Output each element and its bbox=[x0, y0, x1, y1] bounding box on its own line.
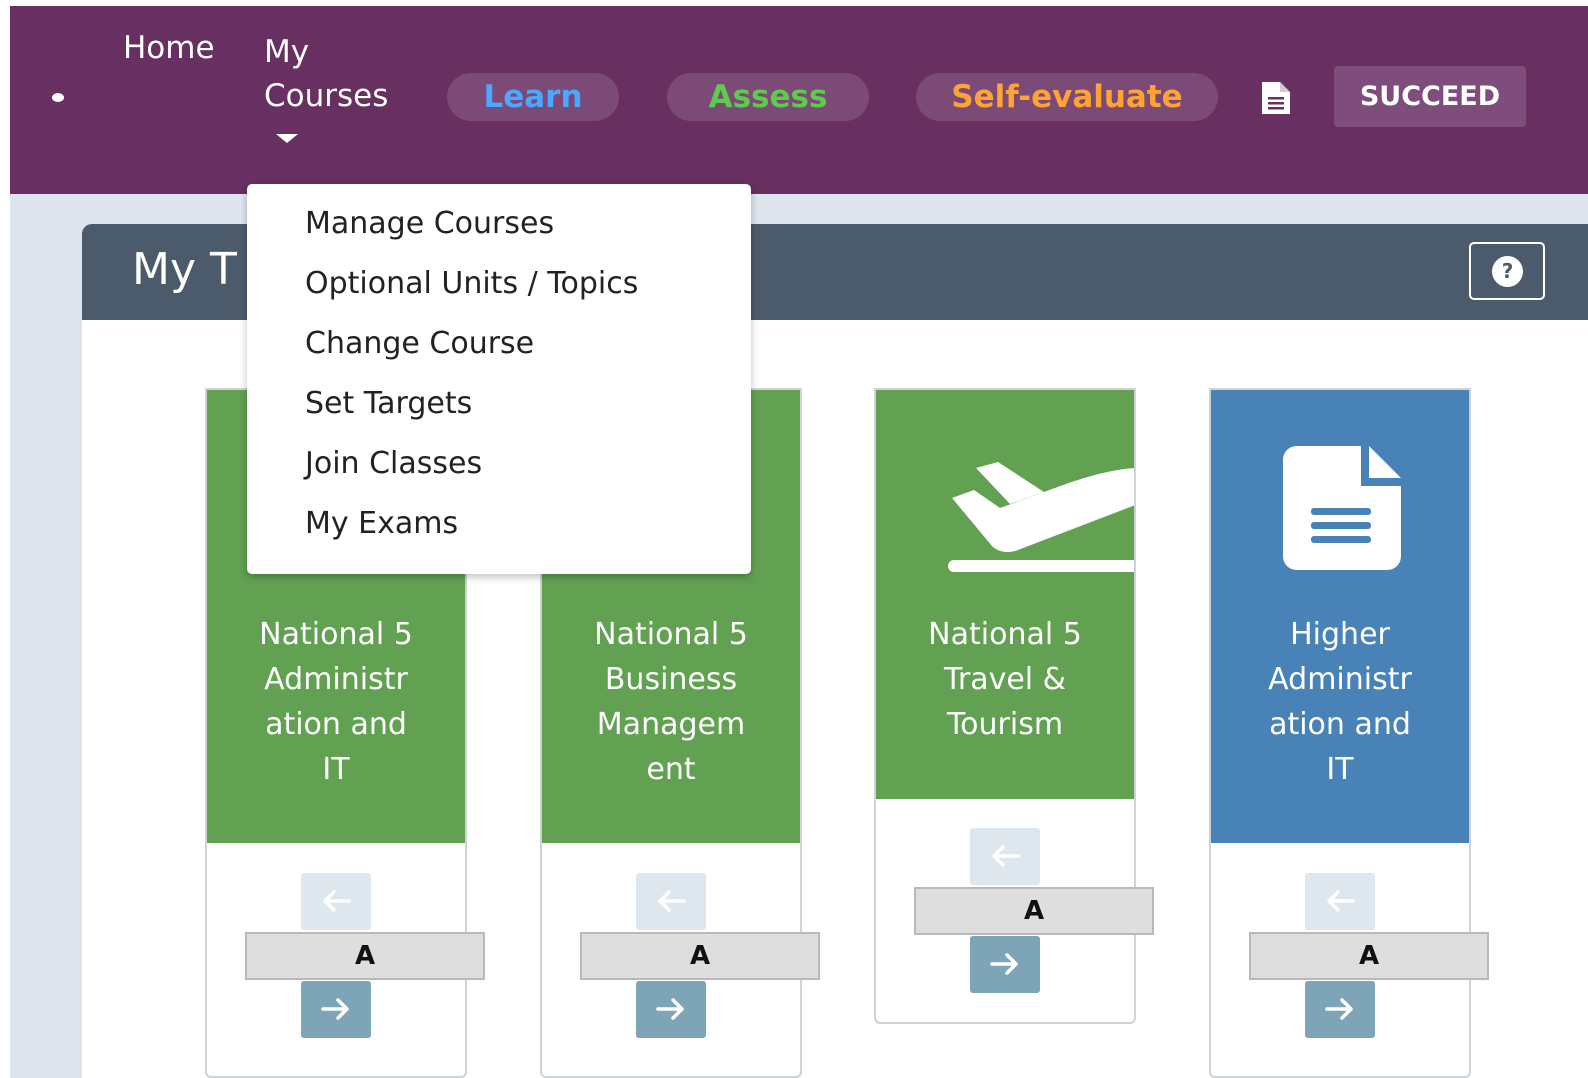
arrow-right-icon bbox=[1325, 998, 1353, 1020]
card-header: Higher Administr ation and IT bbox=[1211, 390, 1469, 843]
grade-selector[interactable]: A bbox=[245, 932, 485, 980]
card-title-line: National 5 bbox=[594, 617, 748, 652]
previous-grade-button[interactable] bbox=[636, 873, 706, 930]
nav-my-courses-toggle[interactable]: My Courses bbox=[264, 30, 388, 118]
card-title: National 5 Travel & Tourism bbox=[876, 612, 1134, 747]
nav-learn-pill[interactable]: Learn bbox=[447, 73, 619, 121]
card-title-line: Administr bbox=[264, 662, 408, 697]
chevron-down-icon[interactable] bbox=[276, 134, 298, 143]
page: Home My Courses Learn Assess Self-evalua… bbox=[10, 6, 1588, 1078]
arrow-right-icon bbox=[990, 953, 1018, 975]
arrow-right-icon bbox=[321, 998, 349, 1020]
previous-grade-button[interactable] bbox=[301, 873, 371, 930]
arrow-left-icon bbox=[658, 890, 686, 912]
card-title-line: IT bbox=[322, 752, 350, 787]
card-title-line: National 5 bbox=[928, 617, 1082, 652]
brand-dot-icon[interactable] bbox=[52, 93, 64, 102]
card-title: Higher Administr ation and IT bbox=[1211, 612, 1469, 792]
top-navbar: Home My Courses Learn Assess Self-evalua… bbox=[10, 6, 1588, 194]
card-title: National 5 Administr ation and IT bbox=[207, 612, 465, 792]
card-title-line: Managem bbox=[596, 707, 746, 742]
card-title-line: ation and bbox=[265, 707, 407, 742]
nav-home-link[interactable]: Home bbox=[123, 30, 215, 66]
menu-item-optional-units-topics[interactable]: Optional Units / Topics bbox=[305, 266, 638, 301]
plane-departure-icon bbox=[948, 454, 1134, 576]
arrow-right-icon bbox=[656, 998, 684, 1020]
nav-succeed-button[interactable]: SUCCEED bbox=[1334, 66, 1526, 127]
course-card-n5-travel-tourism[interactable]: National 5 Travel & Tourism A bbox=[874, 388, 1154, 1024]
grade-selector[interactable]: A bbox=[1249, 932, 1489, 980]
menu-item-manage-courses[interactable]: Manage Courses bbox=[305, 206, 554, 241]
arrow-left-icon bbox=[1327, 890, 1355, 912]
grade-selector[interactable]: A bbox=[580, 932, 820, 980]
menu-item-change-course[interactable]: Change Course bbox=[305, 326, 534, 361]
my-courses-dropdown-menu: Manage Courses Optional Units / Topics C… bbox=[247, 184, 751, 574]
arrow-left-icon bbox=[323, 890, 351, 912]
card-header: National 5 Travel & Tourism bbox=[876, 390, 1134, 799]
card-title-line: Administr bbox=[1268, 662, 1412, 697]
nav-assess-pill[interactable]: Assess bbox=[667, 73, 869, 121]
nav-my-courses-label-line1: My bbox=[264, 34, 310, 70]
card-title-line: Tourism bbox=[946, 707, 1064, 742]
previous-grade-button[interactable] bbox=[970, 828, 1040, 885]
card-title-line: Higher bbox=[1290, 617, 1390, 652]
card-title-line: IT bbox=[1326, 752, 1354, 787]
document-icon bbox=[1283, 446, 1403, 574]
nav-my-courses-label-line2: Courses bbox=[264, 78, 389, 114]
arrow-left-icon bbox=[992, 845, 1020, 867]
menu-item-set-targets[interactable]: Set Targets bbox=[305, 386, 472, 421]
card-title-line: National 5 bbox=[259, 617, 413, 652]
next-grade-button[interactable] bbox=[1305, 981, 1375, 1038]
menu-item-join-classes[interactable]: Join Classes bbox=[305, 446, 482, 481]
menu-item-my-exams[interactable]: My Exams bbox=[305, 506, 458, 541]
help-button[interactable]: ? bbox=[1469, 242, 1545, 300]
next-grade-button[interactable] bbox=[301, 981, 371, 1038]
previous-grade-button[interactable] bbox=[1305, 873, 1375, 930]
nav-self-evaluate-pill[interactable]: Self-evaluate bbox=[916, 73, 1218, 121]
card-title-line: ation and bbox=[1269, 707, 1411, 742]
file-text-icon[interactable] bbox=[1260, 80, 1292, 116]
card-title-line: Business bbox=[604, 662, 738, 697]
next-grade-button[interactable] bbox=[970, 936, 1040, 993]
card-title-line: ent bbox=[646, 752, 696, 787]
panel-title: My T bbox=[132, 244, 237, 295]
next-grade-button[interactable] bbox=[636, 981, 706, 1038]
course-card-higher-admin-it[interactable]: Higher Administr ation and IT A bbox=[1209, 388, 1489, 1078]
card-title: National 5 Business Managem ent bbox=[542, 612, 800, 792]
question-circle-icon: ? bbox=[1492, 256, 1523, 287]
card-title-line: Travel & bbox=[943, 662, 1067, 697]
grade-selector[interactable]: A bbox=[914, 887, 1154, 935]
